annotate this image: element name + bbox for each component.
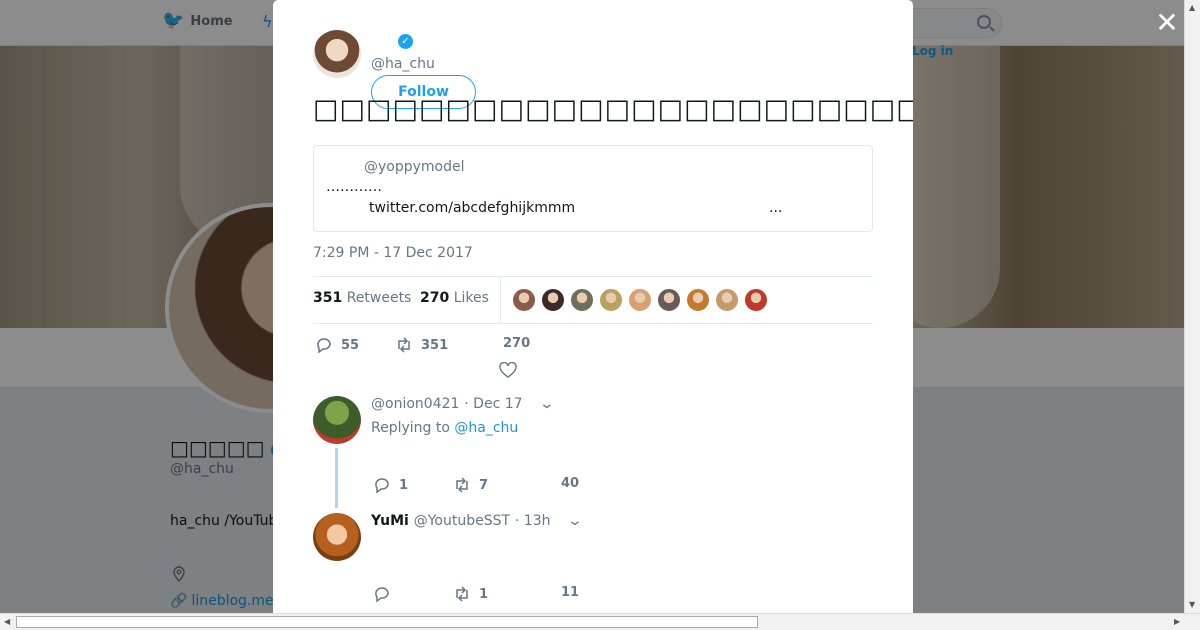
close-icon[interactable]: ✕ bbox=[1154, 9, 1180, 37]
retweet-icon bbox=[456, 477, 468, 493]
heart-icon[interactable] bbox=[499, 362, 517, 378]
reply-avatar[interactable] bbox=[313, 513, 361, 561]
reply-author-handle[interactable]: @onion0421 bbox=[371, 396, 459, 412]
tweet-stats-bar: 351 Retweets 270 Likes bbox=[313, 276, 873, 324]
replying-to-handle[interactable]: @ha_chu bbox=[454, 420, 518, 436]
quoted-tweet-handle: @yoppymodel bbox=[364, 159, 465, 175]
thread-line bbox=[335, 448, 338, 508]
retweet-action[interactable]: 7 bbox=[453, 476, 488, 494]
reply-action[interactable]: 1 bbox=[373, 476, 408, 494]
scroll-down-arrow-icon[interactable]: ▼ bbox=[1189, 600, 1195, 609]
stats-divider bbox=[500, 277, 501, 323]
quoted-tweet-link[interactable]: twitter.com/abcdefghijkmmm bbox=[369, 200, 575, 216]
replying-to-prefix: Replying to bbox=[371, 420, 450, 436]
reply-tweet[interactable]: @onion0421 · Dec 17 ⌄ Replying to @ha_ch… bbox=[313, 396, 873, 508]
chevron-down-icon[interactable]: ⌄ bbox=[539, 396, 555, 412]
like-action[interactable]: 40 bbox=[561, 476, 579, 491]
reply-header: @onion0421 · Dec 17 ⌄ bbox=[371, 396, 556, 412]
reply-tweet[interactable]: YuMi @YoutubeSST · 13h ⌄ 1 11 bbox=[313, 513, 873, 613]
scroll-left-arrow-icon[interactable]: ◀ bbox=[4, 617, 10, 626]
reply-header: YuMi @YoutubeSST · 13h ⌄ bbox=[371, 513, 583, 529]
liker-avatar[interactable] bbox=[628, 288, 652, 312]
liker-avatars bbox=[512, 288, 768, 312]
reply-date[interactable]: · 13h bbox=[515, 513, 551, 529]
reply-action[interactable] bbox=[373, 585, 399, 603]
chevron-down-icon[interactable]: ⌄ bbox=[567, 513, 583, 529]
reply-avatar[interactable] bbox=[313, 396, 361, 444]
vertical-scrollbar[interactable]: ▲ ▼ bbox=[1184, 0, 1200, 613]
like-action[interactable]: 11 bbox=[561, 585, 579, 600]
liker-avatar[interactable] bbox=[570, 288, 594, 312]
like-count: 40 bbox=[561, 476, 580, 491]
retweet-action[interactable]: 1 bbox=[453, 585, 488, 603]
retweets-label: Retweets bbox=[346, 290, 412, 306]
retweet-icon bbox=[398, 337, 410, 353]
like-action[interactable]: 270 bbox=[503, 336, 530, 351]
retweets-count: 351 bbox=[313, 290, 343, 306]
tweet-text: □□□□□□□□□□□□□□□□□□□□□□□□□□□□□□□□□□□□□□□□… bbox=[313, 94, 913, 125]
retweet-count: 1 bbox=[479, 586, 489, 602]
reply-action[interactable]: 55 bbox=[315, 336, 359, 354]
tweet-author-handle[interactable]: @ha_chu bbox=[371, 56, 435, 72]
horizontal-scroll-thumb[interactable] bbox=[16, 616, 758, 628]
tweet-permalink-modal: ✓ @ha_chu Follow □□□□□□□□□□□□□□□□□□□□□□□… bbox=[273, 0, 913, 613]
liker-avatar[interactable] bbox=[715, 288, 739, 312]
retweet-count: 7 bbox=[479, 477, 489, 493]
horizontal-scrollbar[interactable]: ◀ ▶ bbox=[0, 613, 1200, 630]
reply-date[interactable]: · Dec 17 bbox=[464, 396, 522, 412]
likes-label: Likes bbox=[453, 290, 489, 306]
like-count: 270 bbox=[503, 336, 531, 351]
quoted-tweet-ellipsis: ... bbox=[769, 200, 783, 216]
scroll-up-arrow-icon[interactable]: ▲ bbox=[1189, 3, 1195, 12]
tweet-actions: 55 351 270 bbox=[313, 336, 873, 378]
tweet-timestamp[interactable]: 7:29 PM - 17 Dec 2017 bbox=[313, 245, 473, 261]
reply-icon bbox=[317, 338, 331, 354]
likes-count: 270 bbox=[420, 290, 450, 306]
replying-to: Replying to @ha_chu bbox=[371, 420, 518, 436]
liker-avatar[interactable] bbox=[657, 288, 681, 312]
liker-avatar[interactable] bbox=[686, 288, 710, 312]
scroll-right-arrow-icon[interactable]: ▶ bbox=[1174, 617, 1180, 626]
reply-actions: 1 7 40 bbox=[371, 476, 671, 496]
retweets-stat[interactable]: 351 Retweets bbox=[313, 290, 411, 306]
reply-icon bbox=[375, 587, 389, 603]
reply-author-handle[interactable]: @YoutubeSST bbox=[414, 513, 510, 529]
reply-count: 55 bbox=[341, 337, 360, 353]
liker-avatar[interactable] bbox=[541, 288, 565, 312]
liker-avatar[interactable] bbox=[599, 288, 623, 312]
verified-badge-icon: ✓ bbox=[398, 34, 413, 49]
liker-avatar[interactable] bbox=[512, 288, 536, 312]
reply-actions: 1 11 bbox=[371, 585, 671, 605]
reply-author-name[interactable]: YuMi bbox=[371, 513, 409, 529]
quoted-tweet-text: ………… bbox=[326, 179, 382, 195]
retweet-count: 351 bbox=[421, 337, 449, 353]
like-count: 11 bbox=[561, 585, 580, 600]
quoted-tweet-card[interactable]: @yoppymodel ………… twitter.com/abcdefghijk… bbox=[313, 145, 873, 232]
likes-stat[interactable]: 270 Likes bbox=[420, 290, 489, 306]
retweet-icon bbox=[456, 586, 468, 602]
reply-count: 1 bbox=[399, 477, 409, 493]
retweet-action[interactable]: 351 bbox=[395, 336, 448, 354]
reply-icon bbox=[375, 478, 389, 494]
tweet-author-avatar[interactable] bbox=[313, 30, 361, 78]
liker-avatar[interactable] bbox=[744, 288, 768, 312]
